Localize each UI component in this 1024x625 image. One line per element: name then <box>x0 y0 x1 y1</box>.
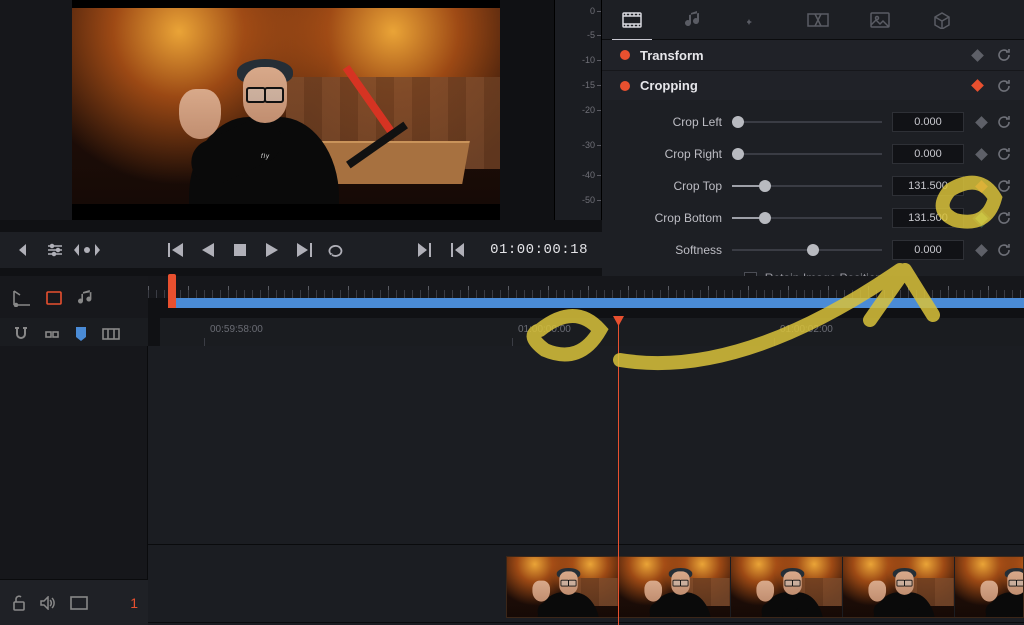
keyframe-icon[interactable] <box>970 48 984 62</box>
transport-bar: 01:00:00:18 <box>0 232 602 268</box>
timeline-range-bar[interactable] <box>168 298 1024 308</box>
jog-mode-button[interactable] <box>74 237 100 263</box>
softness-value[interactable]: 0.000 <box>892 240 964 260</box>
reset-icon[interactable] <box>996 242 1012 258</box>
db-tick: -10 <box>555 55 595 65</box>
keyframe-icon[interactable] <box>974 115 988 129</box>
prop-label: Crop Bottom <box>602 211 732 225</box>
inspector-tab-transition[interactable] <box>804 6 832 34</box>
settings-sliders-icon[interactable] <box>42 237 68 263</box>
crop-right-slider[interactable] <box>732 145 882 163</box>
ruler-tick: 00:59:58:00 <box>210 324 263 335</box>
reset-icon[interactable] <box>996 210 1012 226</box>
play-button[interactable] <box>259 237 285 263</box>
first-frame-button[interactable] <box>163 237 189 263</box>
shirt-text: fly <box>261 154 270 160</box>
monitor-icon[interactable] <box>70 596 88 610</box>
jog-prev-button[interactable] <box>10 237 36 263</box>
crop-bottom-slider[interactable] <box>732 209 882 227</box>
prop-label: Crop Left <box>602 115 732 129</box>
db-tick: -5 <box>555 30 595 40</box>
reverse-play-button[interactable] <box>195 237 221 263</box>
db-tick: -40 <box>555 170 595 180</box>
timeline-ruler[interactable]: 00:59:58:00 01:00:00:00 01:00:02:00 <box>160 318 1024 346</box>
prop-label: Softness <box>602 243 732 257</box>
prop-crop-bottom: Crop Bottom 131.500 <box>602 202 1024 234</box>
section-transform[interactable]: Transform <box>602 40 1024 70</box>
link-icon[interactable] <box>44 326 60 342</box>
timeline-options-icon[interactable] <box>12 289 32 307</box>
section-enable-dot[interactable] <box>620 50 630 60</box>
reset-icon[interactable] <box>996 146 1012 162</box>
reset-icon[interactable] <box>996 47 1012 63</box>
loop-button[interactable] <box>323 237 349 263</box>
speaker-icon[interactable] <box>40 596 56 610</box>
keyframe-icon[interactable] <box>970 79 984 93</box>
inspector-tabs <box>602 0 1024 40</box>
inspector-tab-video[interactable] <box>618 6 646 34</box>
timeline-tracks[interactable] <box>148 346 1024 625</box>
ruler-tick: 01:00:02:00 <box>780 324 833 335</box>
track-number: 1 <box>130 595 138 611</box>
audio-track-icon[interactable] <box>78 289 96 307</box>
prop-softness: Softness 0.000 <box>602 234 1024 266</box>
softness-slider[interactable] <box>732 241 882 259</box>
inspector-tab-audio[interactable] <box>680 6 708 34</box>
video-clip[interactable] <box>506 556 1024 618</box>
prev-clip-button[interactable] <box>444 237 470 263</box>
inspector-tab-file[interactable] <box>928 6 956 34</box>
last-frame-button[interactable] <box>291 237 317 263</box>
snap-icon[interactable] <box>12 325 30 343</box>
lock-icon[interactable] <box>12 595 26 611</box>
crop-left-slider[interactable] <box>732 113 882 131</box>
keyframe-icon[interactable] <box>974 179 988 193</box>
crop-bottom-value[interactable]: 131.500 <box>892 208 964 228</box>
db-tick: -30 <box>555 140 595 150</box>
crop-top-slider[interactable] <box>732 177 882 195</box>
video-viewer[interactable]: fly <box>72 0 500 220</box>
db-tick: -15 <box>555 80 595 90</box>
section-cropping[interactable]: Cropping <box>602 70 1024 100</box>
flag-icon[interactable] <box>102 327 120 341</box>
section-label: Cropping <box>640 78 698 93</box>
viewer-timecode[interactable]: 01:00:00:18 <box>490 242 588 258</box>
crop-right-value[interactable]: 0.000 <box>892 144 964 164</box>
ruler-tick: 01:00:00:00 <box>518 324 571 335</box>
db-tick: 0 <box>555 6 595 16</box>
crop-top-value[interactable]: 131.500 <box>892 176 964 196</box>
reset-icon[interactable] <box>996 78 1012 94</box>
track-controls: 1 <box>0 579 148 625</box>
inspector-tab-image[interactable] <box>866 6 894 34</box>
reset-icon[interactable] <box>996 114 1012 130</box>
inspector-panel: Transform Cropping Crop Left 0.000 Crop … <box>602 0 1024 278</box>
keyframe-icon[interactable] <box>974 147 988 161</box>
timeline-mini-ruler[interactable] <box>148 276 1024 298</box>
prop-label: Crop Right <box>602 147 732 161</box>
prop-label: Crop Top <box>602 179 732 193</box>
video-track-icon[interactable] <box>44 289 66 307</box>
track-header-panel: 1 <box>0 346 148 625</box>
db-tick: -50 <box>555 195 595 205</box>
section-label: Transform <box>640 48 704 63</box>
marker-icon[interactable] <box>74 326 88 342</box>
playhead[interactable] <box>618 316 619 625</box>
audio-db-scale: 0 -5 -10 -15 -20 -30 -40 -50 <box>554 0 602 220</box>
section-enable-dot[interactable] <box>620 81 630 91</box>
prop-crop-top: Crop Top 131.500 <box>602 170 1024 202</box>
cropping-properties: Crop Left 0.000 Crop Right 0.000 Crop To… <box>602 100 1024 292</box>
crop-left-value[interactable]: 0.000 <box>892 112 964 132</box>
keyframe-icon[interactable] <box>974 243 988 257</box>
db-tick: -20 <box>555 105 595 115</box>
reset-icon[interactable] <box>996 178 1012 194</box>
stop-button[interactable] <box>227 237 253 263</box>
next-clip-button[interactable] <box>412 237 438 263</box>
keyframe-icon[interactable] <box>974 211 988 225</box>
video-frame: fly <box>72 8 500 204</box>
prop-crop-left: Crop Left 0.000 <box>602 106 1024 138</box>
inspector-tab-effects[interactable] <box>742 6 770 34</box>
prop-crop-right: Crop Right 0.000 <box>602 138 1024 170</box>
timeline-view-toolbar <box>0 276 148 320</box>
viewer-left-strip <box>0 0 72 220</box>
